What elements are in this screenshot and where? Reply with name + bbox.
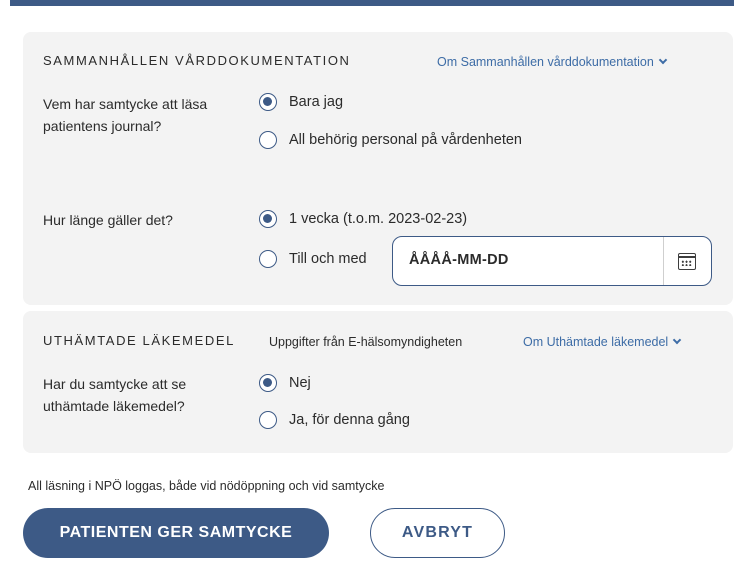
date-input-divider: [663, 237, 664, 285]
radio-label: Bara jag: [289, 94, 344, 110]
about-uthamtade-link[interactable]: Om Uthämtade läkemedel: [523, 335, 682, 349]
radio-option-all-personal[interactable]: All behörig personal på vårdenheten: [259, 131, 522, 149]
radio-checked-icon: [259, 93, 277, 111]
calendar-icon[interactable]: [678, 253, 696, 270]
about-sammanhallen-label: Om Sammanhållen vårddokumentation: [437, 55, 654, 69]
consent-button[interactable]: PATIENTEN GER SAMTYCKE: [23, 508, 329, 558]
section-title-uthamtade: UTHÄMTADE LÄKEMEDEL: [43, 333, 235, 348]
about-uthamtade-label: Om Uthämtade läkemedel: [523, 335, 669, 349]
radio-option-till-och-med[interactable]: Till och med: [259, 250, 367, 268]
source-info: Uppgifter från E-hälsomyndigheten: [269, 335, 463, 349]
cancel-button[interactable]: AVBRYT: [370, 508, 505, 558]
date-input-field[interactable]: ÅÅÅÅ-MM-DD: [392, 236, 712, 286]
radio-label: All behörig personal på vårdenheten: [289, 132, 522, 148]
top-accent-bar: [10, 0, 734, 6]
radio-unchecked-icon: [259, 131, 277, 149]
consent-question: Vem har samtycke att läsa patientens jou…: [43, 96, 208, 134]
radio-option-ja[interactable]: Ja, för denna gång: [259, 411, 410, 429]
chevron-down-icon: [658, 55, 668, 65]
section-title-sammanhallen: SAMMANHÅLLEN VÅRDDOKUMENTATION: [43, 53, 351, 68]
radio-unchecked-icon: [259, 411, 277, 429]
radio-label: Ja, för denna gång: [289, 412, 410, 428]
chevron-down-icon: [672, 335, 682, 345]
date-placeholder: ÅÅÅÅ-MM-DD: [409, 252, 509, 268]
radio-label: Nej: [289, 375, 311, 391]
radio-label: Till och med: [289, 251, 367, 267]
radio-unchecked-icon: [259, 250, 277, 268]
radio-checked-icon: [259, 374, 277, 392]
radio-label: 1 vecka (t.o.m. 2023-02-23): [289, 211, 468, 227]
radio-checked-icon: [259, 210, 277, 228]
radio-option-1-vecka[interactable]: 1 vecka (t.o.m. 2023-02-23): [259, 210, 467, 228]
radio-option-bara-jag[interactable]: Bara jag: [259, 93, 343, 111]
about-sammanhallen-link[interactable]: Om Sammanhållen vårddokumentation: [437, 55, 668, 69]
radio-option-nej[interactable]: Nej: [259, 374, 311, 392]
logging-note: All läsning i NPÖ loggas, både vid nödöp…: [28, 479, 385, 493]
duration-question: Hur länge gäller det?: [43, 212, 173, 228]
lakemedel-question: Har du samtycke att se uthämtade läkemed…: [43, 376, 187, 414]
